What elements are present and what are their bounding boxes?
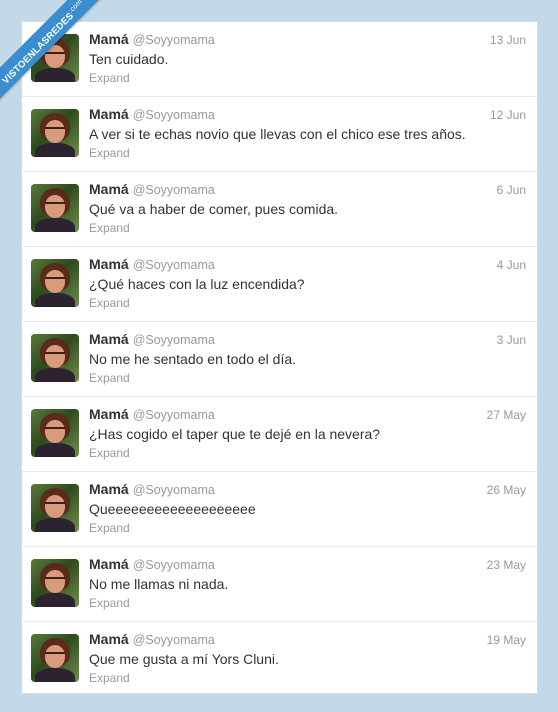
tweet-date[interactable]: 26 May: [487, 483, 526, 497]
tweet-text: Queeeeeeeeeeeeeeeeeee: [89, 501, 256, 517]
user-handle[interactable]: @Soyyomama: [133, 33, 215, 47]
user-handle[interactable]: @Soyyomama: [133, 558, 215, 572]
tweet-text: No me he sentado en todo el día.: [89, 351, 297, 367]
user-name[interactable]: Mamá @Soyyomama: [89, 256, 215, 272]
expand-link[interactable]: Expand: [89, 446, 130, 460]
avatar[interactable]: [31, 259, 79, 307]
tweet-item[interactable]: Mamá @Soyyomama 4 Jun ¿Qué haces con la l…: [22, 247, 537, 322]
user-handle[interactable]: @Soyyomama: [133, 183, 215, 197]
tweet-text: ¿Qué haces con la luz encendida?: [89, 276, 305, 292]
tweet-date[interactable]: 27 May: [487, 408, 526, 422]
tweet-date[interactable]: 12 Jun: [490, 108, 526, 122]
avatar[interactable]: [31, 409, 79, 457]
tweet-item[interactable]: Mamá @Soyyomama 6 Jun Qué va a haber de c…: [22, 172, 537, 247]
avatar[interactable]: [31, 634, 79, 682]
expand-link[interactable]: Expand: [89, 71, 130, 85]
user-handle[interactable]: @Soyyomama: [133, 408, 215, 422]
tweet-date[interactable]: 6 Jun: [497, 183, 526, 197]
avatar[interactable]: [31, 109, 79, 157]
tweet-date[interactable]: 19 May: [487, 633, 526, 647]
expand-link[interactable]: Expand: [89, 221, 130, 235]
user-name[interactable]: Mamá @Soyyomama: [89, 556, 215, 572]
tweet-item[interactable]: Mamá @Soyyomama 23 May No me llamas ni na…: [22, 547, 537, 622]
expand-link[interactable]: Expand: [89, 146, 130, 160]
user-handle[interactable]: @Soyyomama: [133, 258, 215, 272]
avatar[interactable]: [31, 484, 79, 532]
tweet-item[interactable]: Mamá @Soyyomama 19 May Que me gusta a mí …: [22, 622, 537, 697]
expand-link[interactable]: Expand: [89, 596, 130, 610]
tweet-text: Ten cuidado.: [89, 51, 169, 67]
tweet-item[interactable]: Mamá @Soyyomama 26 May Queeeeeeeeeeeeeeee…: [22, 472, 537, 547]
user-handle[interactable]: @Soyyomama: [133, 633, 215, 647]
user-handle[interactable]: @Soyyomama: [133, 483, 215, 497]
tweet-date[interactable]: 4 Jun: [497, 258, 526, 272]
user-name[interactable]: Mamá @Soyyomama: [89, 631, 215, 647]
user-handle[interactable]: @Soyyomama: [133, 333, 215, 347]
tweet-item[interactable]: Mamá @Soyyomama 13 Jun Ten cuidado. Expan…: [22, 22, 537, 97]
watermark-suffix: .com: [67, 0, 84, 15]
tweet-item[interactable]: Mamá @Soyyomama 12 Jun A ver si te echas …: [22, 97, 537, 172]
tweet-date[interactable]: 13 Jun: [490, 33, 526, 47]
tweet-date[interactable]: 23 May: [487, 558, 526, 572]
user-name[interactable]: Mamá @Soyyomama: [89, 181, 215, 197]
tweet-text: Que me gusta a mí Yors Cluni.: [89, 651, 279, 667]
user-name[interactable]: Mamá @Soyyomama: [89, 406, 215, 422]
avatar[interactable]: [31, 184, 79, 232]
user-name[interactable]: Mamá @Soyyomama: [89, 31, 215, 47]
tweet-item[interactable]: Mamá @Soyyomama 3 Jun No me he sentado en…: [22, 322, 537, 397]
tweet-date[interactable]: 3 Jun: [497, 333, 526, 347]
tweet-text: ¿Has cogido el taper que te dejé en la n…: [89, 426, 381, 442]
tweet-text: A ver si te echas novio que llevas con e…: [89, 126, 466, 142]
tweet-text: No me llamas ni nada.: [89, 576, 229, 592]
avatar[interactable]: [31, 559, 79, 607]
tweet-item[interactable]: Mamá @Soyyomama 27 May ¿Has cogido el tap…: [22, 397, 537, 472]
user-handle[interactable]: @Soyyomama: [133, 108, 215, 122]
user-name[interactable]: Mamá @Soyyomama: [89, 331, 215, 347]
avatar[interactable]: [31, 334, 79, 382]
expand-link[interactable]: Expand: [89, 671, 130, 685]
tweet-text: Qué va a haber de comer, pues comida.: [89, 201, 339, 217]
user-name[interactable]: Mamá @Soyyomama: [89, 481, 215, 497]
expand-link[interactable]: Expand: [89, 296, 130, 310]
expand-link[interactable]: Expand: [89, 521, 130, 535]
tweet-timeline: Mamá @Soyyomama 13 Jun Ten cuidado. Expan…: [21, 21, 538, 694]
expand-link[interactable]: Expand: [89, 371, 130, 385]
user-name[interactable]: Mamá @Soyyomama: [89, 106, 215, 122]
